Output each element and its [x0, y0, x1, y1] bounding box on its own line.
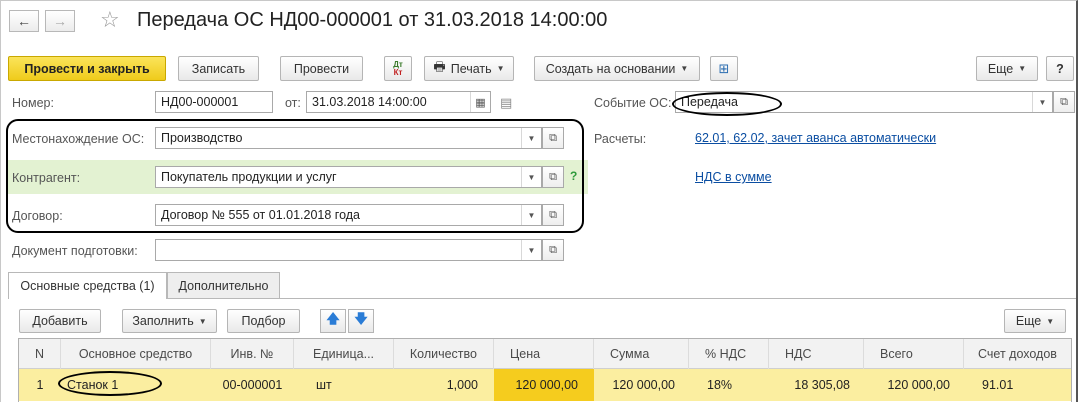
table-more-button[interactable]: Еще ▼: [1004, 309, 1066, 333]
structure-button[interactable]: ⊞: [710, 56, 738, 81]
event-highlight-oval: [672, 92, 782, 116]
vat-rate-cell[interactable]: 18%: [689, 369, 769, 401]
chevron-down-icon[interactable]: ▼: [521, 240, 541, 260]
tab-additional[interactable]: Дополнительно: [167, 272, 280, 298]
favorite-star-icon[interactable]: ☆: [100, 7, 120, 33]
move-down-button[interactable]: 🡇: [348, 309, 374, 333]
column-header[interactable]: Инв. №: [211, 339, 294, 369]
post-and-close-button[interactable]: Провести и закрыть: [8, 56, 166, 81]
column-header[interactable]: N: [19, 339, 61, 369]
more-button[interactable]: Еще ▼: [976, 56, 1038, 81]
asset-highlight-oval: [58, 371, 162, 396]
arrow-down-icon: 🡇: [354, 311, 368, 326]
create-based-on-button[interactable]: Создать на основании ▼: [534, 56, 700, 81]
forward-button[interactable]: →: [45, 10, 75, 32]
vat-cell[interactable]: 18 305,08: [769, 369, 864, 401]
unit-cell[interactable]: шт: [294, 369, 394, 401]
kt-icon: Кт: [393, 67, 403, 77]
tab-divider: [8, 298, 1076, 299]
chevron-down-icon: ▼: [1018, 64, 1027, 73]
column-header[interactable]: Всего: [864, 339, 964, 369]
open-event-button[interactable]: ⧉: [1053, 91, 1075, 113]
move-up-button[interactable]: 🡅: [320, 309, 346, 333]
column-header[interactable]: Цена: [494, 339, 594, 369]
chevron-down-icon: ▼: [198, 316, 207, 326]
column-header[interactable]: Сумма: [594, 339, 689, 369]
help-button[interactable]: ?: [1046, 56, 1074, 81]
structure-icon: ⊞: [718, 60, 730, 76]
chevron-down-icon: ▼: [1046, 316, 1055, 326]
printer-icon: 🖶: [433, 58, 446, 74]
select-button[interactable]: Подбор: [227, 309, 300, 333]
arrow-right-icon: →: [53, 13, 67, 29]
open-icon: ⧉: [1060, 95, 1068, 108]
table-header: N Основное средство Инв. № Единица... Ко…: [19, 339, 1071, 369]
table-row[interactable]: 1 Станок 1 00-000001 шт 1,000 120 000,00…: [19, 369, 1071, 401]
arrow-left-icon: ←: [17, 13, 31, 29]
back-button[interactable]: ←: [9, 10, 39, 32]
column-header[interactable]: % НДС: [689, 339, 769, 369]
tab-fixed-assets[interactable]: Основные средства (1): [8, 272, 167, 299]
chevron-down-icon[interactable]: ▼: [1032, 92, 1052, 112]
number-field[interactable]: НД00-000001: [155, 91, 273, 113]
arrow-up-icon: 🡅: [326, 311, 340, 326]
settlements-label: Расчеты:: [594, 132, 647, 146]
vat-link[interactable]: НДС в сумме: [695, 170, 772, 184]
column-header[interactable]: Единица...: [294, 339, 394, 369]
open-icon: ⧉: [549, 243, 557, 256]
more-label: Еще: [987, 61, 1014, 76]
column-header[interactable]: НДС: [769, 339, 864, 369]
fixed-assets-table: N Основное средство Инв. № Единица... Ко…: [18, 338, 1072, 402]
event-label: Событие ОС:: [594, 96, 672, 110]
print-button[interactable]: 🖶 Печать ▼: [424, 56, 514, 81]
column-header[interactable]: Основное средство: [61, 339, 211, 369]
number-label: Номер:: [12, 96, 54, 110]
calendar-icon[interactable]: ▦: [470, 92, 490, 112]
post-button[interactable]: Провести: [280, 56, 363, 81]
settlements-link[interactable]: 62.01, 62.02, зачет аванса автоматически: [695, 131, 936, 145]
print-label: Печать: [450, 61, 492, 76]
add-button[interactable]: Добавить: [19, 309, 101, 333]
chevron-down-icon: ▼: [680, 64, 689, 73]
window-title: Передача ОС НД00-000001 от 31.03.2018 14…: [137, 9, 608, 31]
fill-label: Заполнить: [132, 314, 194, 328]
date-field[interactable]: 31.03.2018 14:00:00 ▦: [306, 91, 491, 113]
row-number-cell[interactable]: 1: [19, 369, 61, 401]
create-based-label: Создать на основании: [545, 61, 676, 76]
date-value: 31.03.2018 14:00:00: [312, 95, 427, 109]
prep-doc-field[interactable]: ▼: [155, 239, 542, 261]
column-header[interactable]: Счет доходов: [964, 339, 1071, 369]
sum-cell[interactable]: 120 000,00: [594, 369, 689, 401]
quantity-cell[interactable]: 1,000: [394, 369, 494, 401]
total-cell[interactable]: 120 000,00: [864, 369, 964, 401]
fields-highlight-box: [6, 119, 584, 233]
fill-button[interactable]: Заполнить ▼: [122, 309, 217, 333]
open-prep-doc-button[interactable]: ⧉: [542, 239, 564, 261]
column-header[interactable]: Количество: [394, 339, 494, 369]
table-more-label: Еще: [1015, 314, 1042, 328]
comment-icon[interactable]: ▤: [500, 95, 512, 111]
dt-kt-button[interactable]: Дт Кт: [384, 56, 412, 81]
income-account-cell[interactable]: 91.01: [964, 369, 1071, 401]
date-label: от:: [285, 96, 301, 110]
inventory-number-cell[interactable]: 00-000001: [211, 369, 294, 401]
chevron-down-icon: ▼: [496, 64, 505, 73]
save-button[interactable]: Записать: [178, 56, 259, 81]
price-cell[interactable]: 120 000,00: [494, 369, 594, 401]
prep-doc-label: Документ подготовки:: [12, 244, 138, 258]
